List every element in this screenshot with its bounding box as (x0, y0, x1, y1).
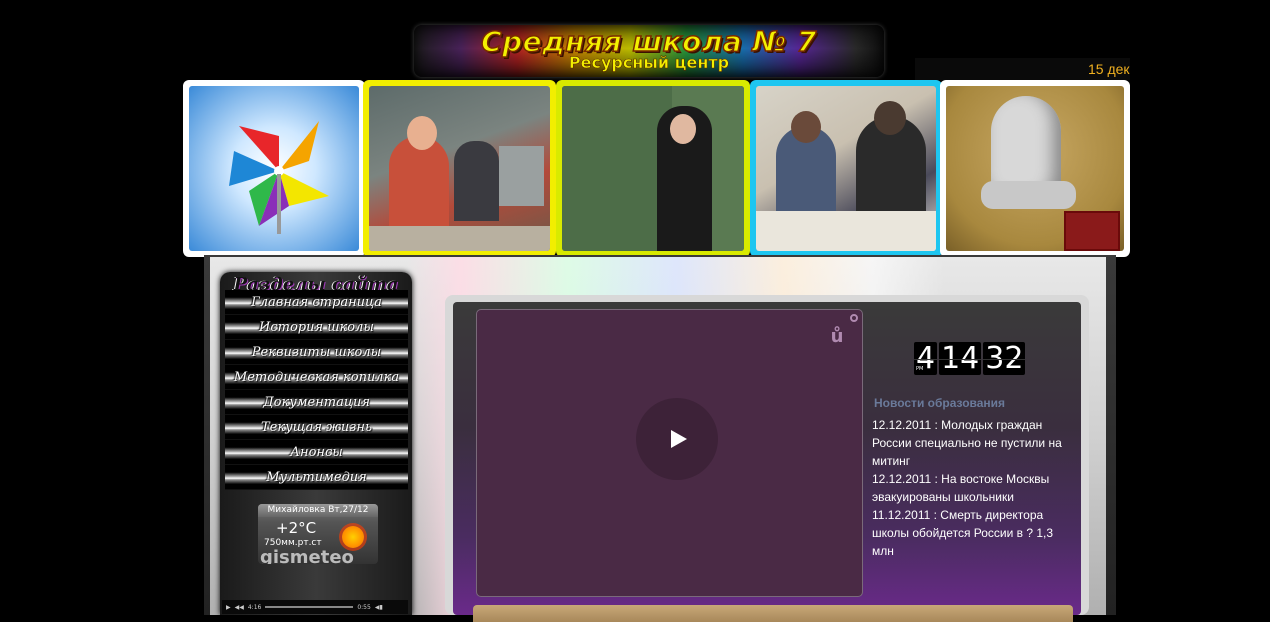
clock-second: 32 (983, 341, 1026, 376)
sun-icon (342, 526, 364, 548)
photo-memorial-plaque-image (946, 86, 1124, 251)
menu-item-history[interactable]: История школы (225, 315, 408, 340)
clock-minute: 14 (939, 341, 982, 376)
news-item[interactable]: 11.12.2011 : Смерть директора школы обой… (872, 506, 1077, 560)
news-item[interactable]: 12.12.2011 : На востоке Москвы эвакуиров… (872, 470, 1077, 506)
player-progress-bar[interactable] (265, 606, 354, 608)
flip-clock: PM 4 14 32 (914, 341, 1026, 376)
menu-item-documents[interactable]: Документация (225, 390, 408, 415)
video-logo-icon: ů (830, 326, 844, 347)
menu-item-announcements[interactable]: Анонсы (225, 440, 408, 465)
video-player[interactable]: ů (476, 309, 863, 597)
photo-students-writing-image (756, 86, 936, 251)
photo-teacher-board-image (562, 86, 744, 251)
site-banner: Средняя школа № 7 Ресурсный центр (414, 25, 884, 77)
sidebar-menu: Главная страница История школы Реквизиты… (225, 290, 408, 490)
photo-students-writing (750, 80, 942, 257)
clock-hour: PM 4 (914, 342, 938, 375)
photo-teacher-board (556, 80, 750, 257)
weather-temperature: +2°C (276, 519, 317, 537)
photo-pinwheel-image (189, 86, 359, 251)
menu-item-home[interactable]: Главная страница (225, 290, 408, 315)
weather-brand: gismeteo (260, 547, 354, 564)
photo-computer-class-image (369, 86, 550, 251)
photo-computer-class (363, 80, 556, 257)
menu-item-requisites[interactable]: Реквизиты школы (225, 340, 408, 365)
menu-item-current-life[interactable]: Текущая жизнь (225, 415, 408, 440)
content-panel: ů PM 4 14 32 Новости образования 12.12.2… (445, 295, 1089, 622)
news-item[interactable]: 12.12.2011 : Молодых граждан России спец… (872, 416, 1077, 470)
content-inner: ů PM 4 14 32 Новости образования 12.12.2… (453, 302, 1081, 622)
site-subtitle: Ресурсный центр (568, 53, 730, 73)
date-ticker: 15 дека (915, 58, 1130, 80)
news-title: Новости образования (874, 396, 1006, 410)
rewind-icon[interactable]: ◀◀ (235, 604, 244, 611)
player-time-total: 0:55 (357, 603, 371, 611)
photo-memorial-plaque (940, 80, 1130, 257)
play-triangle-icon (671, 430, 687, 448)
mini-audio-player: ▶ ◀◀ 4:16 0:55 ◀▮ (222, 600, 408, 614)
volume-icon[interactable]: ◀▮ (375, 604, 383, 611)
player-time-current: 4:16 (247, 603, 262, 611)
video-play-button[interactable] (636, 398, 718, 480)
weather-location: Михайловка Вт,27/12 (258, 504, 378, 517)
weather-widget[interactable]: Михайловка Вт,27/12 +2°C 750мм.рт.ст gis… (258, 504, 378, 564)
scroll-banner-bottom (473, 605, 1073, 622)
menu-item-multimedia[interactable]: Мультимедия (225, 465, 408, 490)
pinwheel-icon (229, 121, 329, 234)
video-settings-icon[interactable] (850, 314, 858, 322)
sidebar: Разделы сайта Главная страница История ш… (220, 272, 412, 615)
news-widget: Новости образования 12.12.2011 : Молодых… (872, 396, 1077, 560)
menu-item-methodology[interactable]: Методическая копилка (225, 365, 408, 390)
photo-pinwheel (183, 80, 365, 257)
play-icon[interactable]: ▶ (226, 604, 231, 611)
clock-period: PM (916, 366, 924, 372)
ticker-text: 15 дека (1088, 61, 1130, 77)
